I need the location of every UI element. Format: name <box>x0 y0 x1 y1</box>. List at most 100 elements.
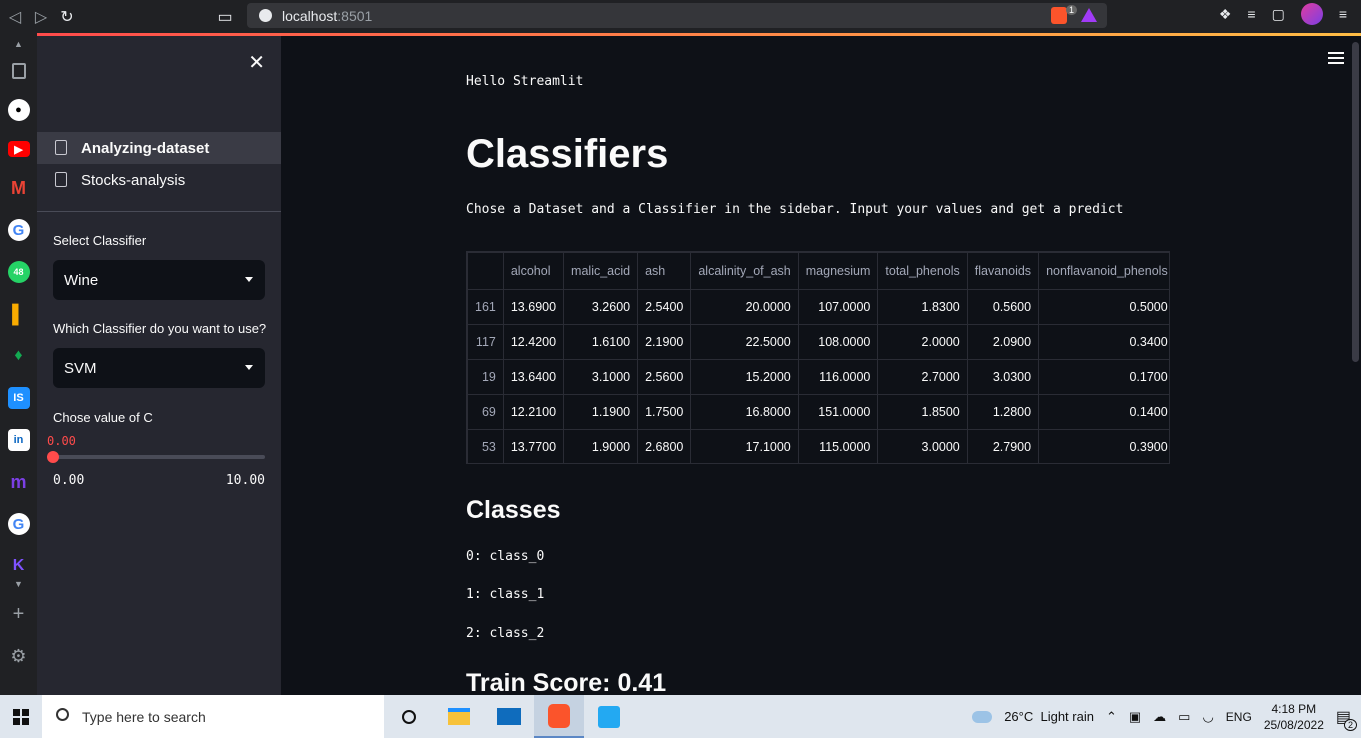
brave-browser-icon[interactable] <box>534 695 584 738</box>
table-cell[interactable]: 0.5000 <box>1038 289 1169 325</box>
bookmark-icon[interactable]: ▭ <box>212 7 238 27</box>
wallet-icon[interactable]: ▢ <box>1272 6 1285 25</box>
taskbar-search[interactable]: Type here to search <box>42 695 384 738</box>
table-cell[interactable]: 1.6100 <box>563 324 639 360</box>
nav-page-stocks-analysis[interactable]: Stocks-analysis <box>37 164 281 196</box>
table-cell[interactable]: 22.5000 <box>690 324 799 360</box>
table-cell[interactable]: 108.0000 <box>797 324 879 360</box>
row-index[interactable]: 69 <box>467 394 504 430</box>
table-cell[interactable]: 1.8500 <box>877 394 968 430</box>
column-header[interactable]: ash <box>637 252 692 290</box>
brave-shield-icon[interactable] <box>1051 7 1067 24</box>
github-icon[interactable]: ● <box>7 99 30 121</box>
mail-icon[interactable] <box>484 695 534 738</box>
table-cell[interactable]: 2.6800 <box>637 429 692 463</box>
table-cell[interactable]: 20.0000 <box>690 289 799 325</box>
table-cell[interactable]: 0.1400 <box>1038 394 1169 430</box>
row-index[interactable]: 161 <box>467 289 504 325</box>
is-app-icon[interactable]: IS <box>7 387 30 409</box>
vscode-icon[interactable] <box>584 695 634 738</box>
column-header[interactable]: total_phenols <box>877 252 968 290</box>
column-header[interactable]: alcalinity_of_ash <box>690 252 799 290</box>
linkedin-icon[interactable]: in <box>7 429 30 451</box>
table-cell[interactable]: 2.5400 <box>637 289 692 325</box>
settings-icon[interactable]: ⚙ <box>10 646 26 667</box>
table-cell[interactable]: 3.0300 <box>966 359 1040 395</box>
task-view-icon[interactable] <box>384 695 434 738</box>
add-icon[interactable]: + <box>13 603 25 626</box>
table-cell[interactable]: 2.7000 <box>877 359 968 395</box>
table-cell[interactable]: 0.3900 <box>1038 429 1169 463</box>
classifier-select[interactable]: SVM <box>53 348 265 388</box>
weather-text[interactable]: 26°C Light rain <box>1004 709 1094 724</box>
table-cell[interactable]: 2.0900 <box>966 324 1040 360</box>
table-cell[interactable]: 13.6400 <box>502 359 565 395</box>
c-slider-thumb[interactable] <box>47 451 59 463</box>
table-cell[interactable]: 1.9000 <box>563 429 639 463</box>
reading-list-icon[interactable] <box>11 63 26 79</box>
google-icon[interactable]: G <box>7 219 30 241</box>
row-index[interactable]: 53 <box>467 429 504 463</box>
column-header[interactable]: magnesium <box>797 252 879 290</box>
page-scrollbar[interactable] <box>1350 36 1361 695</box>
profile-avatar[interactable] <box>1300 3 1323 25</box>
table-cell[interactable]: 13.6900 <box>502 289 565 325</box>
column-header[interactable]: alcohol <box>502 252 565 290</box>
table-cell[interactable]: 2.7900 <box>966 429 1040 463</box>
table-cell[interactable]: 12.2100 <box>502 394 565 430</box>
language-indicator[interactable]: ENG <box>1226 710 1252 724</box>
reload-icon[interactable]: ↻ <box>54 7 80 27</box>
google-icon-2[interactable]: G <box>7 513 30 535</box>
scroll-down-icon[interactable]: ▼ <box>14 579 23 589</box>
wifi-icon[interactable]: ◡ <box>1202 709 1213 725</box>
column-header[interactable]: flavanoids <box>966 252 1040 290</box>
column-header[interactable]: nonflavanoid_phenols <box>1038 252 1169 290</box>
meet-now-icon[interactable]: ▣ <box>1129 709 1141 725</box>
battery-icon[interactable]: ▭ <box>1178 709 1190 725</box>
info-icon[interactable] <box>259 9 272 22</box>
back-icon[interactable]: ◁ <box>2 7 28 27</box>
table-cell[interactable]: 0.1700 <box>1038 359 1169 395</box>
column-header[interactable]: malic_acid <box>563 252 639 290</box>
analytics-icon[interactable]: ▌ <box>8 303 30 325</box>
column-header[interactable] <box>467 252 504 290</box>
row-index[interactable]: 19 <box>467 359 504 395</box>
table-cell[interactable]: 1.1900 <box>563 394 639 430</box>
table-cell[interactable]: 151.0000 <box>797 394 879 430</box>
whatsapp-icon[interactable]: 48 <box>7 261 30 283</box>
weather-icon[interactable] <box>972 710 993 723</box>
table-cell[interactable]: 13.7700 <box>502 429 565 463</box>
row-index[interactable]: 117 <box>467 324 504 360</box>
app-menu-icon[interactable] <box>1328 52 1344 67</box>
table-cell[interactable]: 17.1000 <box>690 429 799 463</box>
table-cell[interactable]: 2.5600 <box>637 359 692 395</box>
table-cell[interactable]: 0.5600 <box>966 289 1040 325</box>
kotlin-icon[interactable]: K <box>8 555 30 577</box>
table-cell[interactable]: 1.8300 <box>877 289 968 325</box>
nav-page-analyzing-dataset[interactable]: Analyzing-dataset <box>37 132 281 164</box>
forward-icon[interactable]: ▷ <box>28 7 54 27</box>
table-cell[interactable]: 2.0000 <box>877 324 968 360</box>
close-sidebar-icon[interactable]: ✕ <box>248 50 265 75</box>
browser-menu-icon[interactable]: ≡ <box>1339 6 1347 25</box>
table-cell[interactable]: 115.0000 <box>797 429 879 463</box>
windows-start-icon[interactable] <box>0 695 42 738</box>
table-cell[interactable]: 16.8000 <box>690 394 799 430</box>
table-cell[interactable]: 2.1900 <box>637 324 692 360</box>
notifications-icon[interactable]: ▤ 2 <box>1336 707 1357 731</box>
table-cell[interactable]: 107.0000 <box>797 289 879 325</box>
table-cell[interactable]: 3.2600 <box>563 289 639 325</box>
table-cell[interactable]: 1.7500 <box>637 394 692 430</box>
mongodb-icon[interactable]: ♦ <box>8 345 30 367</box>
brave-rewards-icon[interactable] <box>1081 8 1097 22</box>
table-cell[interactable]: 0.3400 <box>1038 324 1169 360</box>
table-cell[interactable]: 3.0000 <box>877 429 968 463</box>
table-cell[interactable]: 12.4200 <box>502 324 565 360</box>
table-cell[interactable]: 15.2000 <box>690 359 799 395</box>
table-cell[interactable]: 116.0000 <box>797 359 879 395</box>
table-cell[interactable]: 1.2800 <box>966 394 1040 430</box>
address-bar[interactable]: localhost:8501 1 <box>247 3 1107 28</box>
chevron-up-icon[interactable]: ⌃ <box>1106 709 1117 725</box>
extensions-icon[interactable]: ❖ <box>1219 6 1232 25</box>
scroll-up-icon[interactable]: ▲ <box>14 39 23 49</box>
